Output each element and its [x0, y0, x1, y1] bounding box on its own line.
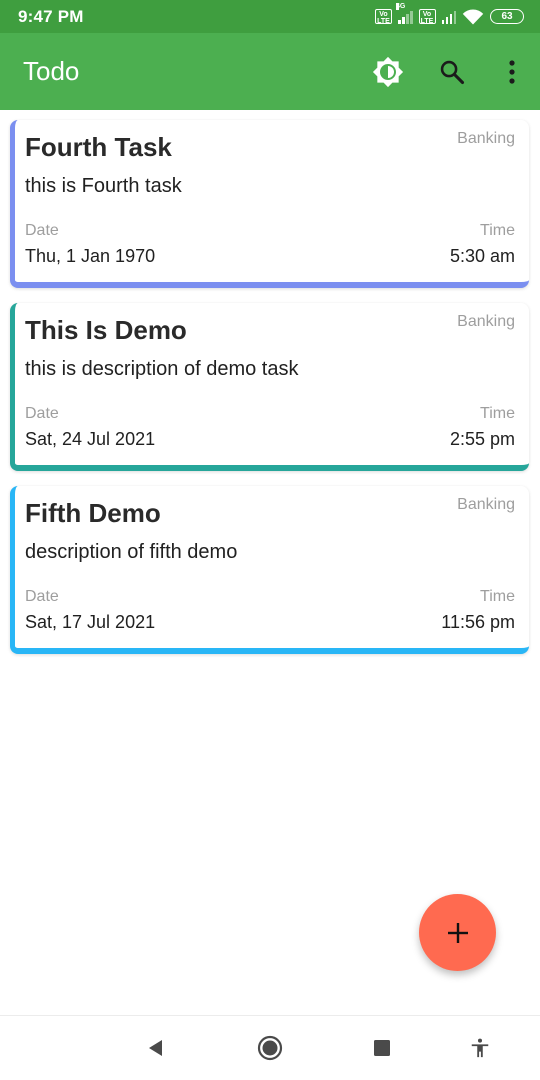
add-task-button[interactable] — [419, 894, 496, 971]
date-label: Date — [25, 405, 59, 422]
battery-icon: 63 — [490, 9, 524, 24]
task-title: Fifth Demo — [25, 498, 161, 528]
status-bar: 9:47 PM Vo LTE 4G Vo LTE 63 — [0, 0, 540, 33]
task-description: this is Fourth task — [25, 175, 182, 197]
recents-icon — [374, 1040, 390, 1056]
task-card[interactable]: This Is Demo Banking this is description… — [10, 303, 529, 471]
volte-icon: Vo LTE — [375, 9, 392, 25]
status-icons: Vo LTE 4G Vo LTE 63 — [375, 2, 524, 25]
more-vert-icon — [509, 59, 515, 84]
task-description: description of fifth demo — [25, 541, 238, 563]
add-icon — [447, 922, 468, 943]
task-date: Sat, 24 Jul 2021 — [25, 429, 156, 449]
task-category: Banking — [457, 496, 515, 513]
date-label: Date — [25, 588, 59, 605]
back-button[interactable] — [134, 1030, 178, 1066]
search-icon — [440, 60, 465, 84]
task-time: 11:56 pm — [441, 612, 515, 632]
home-icon — [257, 1035, 283, 1061]
recents-button[interactable] — [360, 1030, 404, 1066]
status-time: 9:47 PM — [18, 6, 84, 26]
theme-toggle-button[interactable] — [356, 40, 420, 104]
brightness-icon — [372, 56, 404, 87]
app-title: Todo — [23, 56, 80, 86]
navigation-bar — [0, 1015, 540, 1080]
task-description: this is description of demo task — [25, 358, 299, 380]
wifi-icon — [462, 9, 484, 25]
search-button[interactable] — [420, 40, 484, 104]
task-time: 5:30 am — [449, 246, 515, 266]
time-label: Time — [480, 405, 515, 422]
overflow-menu-button[interactable] — [484, 40, 540, 104]
task-date: Thu, 1 Jan 1970 — [25, 246, 156, 266]
accessibility-button[interactable] — [458, 1030, 502, 1066]
signal-icon: 4G — [396, 2, 413, 24]
task-time: 2:55 pm — [449, 429, 515, 449]
task-date: Sat, 17 Jul 2021 — [25, 612, 156, 632]
app-bar: Todo — [0, 33, 540, 110]
task-card[interactable]: Fourth Task Banking this is Fourth task … — [10, 120, 529, 288]
screen: 9:47 PM Vo LTE 4G Vo LTE 63 Todo Fourth … — [0, 0, 540, 1080]
network-type-label: 4G — [396, 2, 406, 10]
accessibility-icon — [471, 1038, 489, 1058]
time-label: Time — [480, 588, 515, 605]
task-card[interactable]: Fifth Demo Banking description of fifth … — [10, 486, 529, 654]
date-label: Date — [25, 222, 59, 239]
task-category: Banking — [457, 130, 515, 147]
signal-icon-2 — [441, 10, 456, 24]
volte-icon-2: Vo LTE — [418, 9, 436, 25]
task-category: Banking — [457, 313, 515, 330]
task-title: Fourth Task — [25, 132, 172, 162]
time-label: Time — [480, 222, 515, 239]
back-icon — [149, 1040, 162, 1056]
task-list: Fourth Task Banking this is Fourth task … — [10, 120, 529, 669]
app-actions — [356, 33, 540, 110]
home-button[interactable] — [248, 1030, 292, 1066]
task-title: This Is Demo — [25, 315, 187, 345]
